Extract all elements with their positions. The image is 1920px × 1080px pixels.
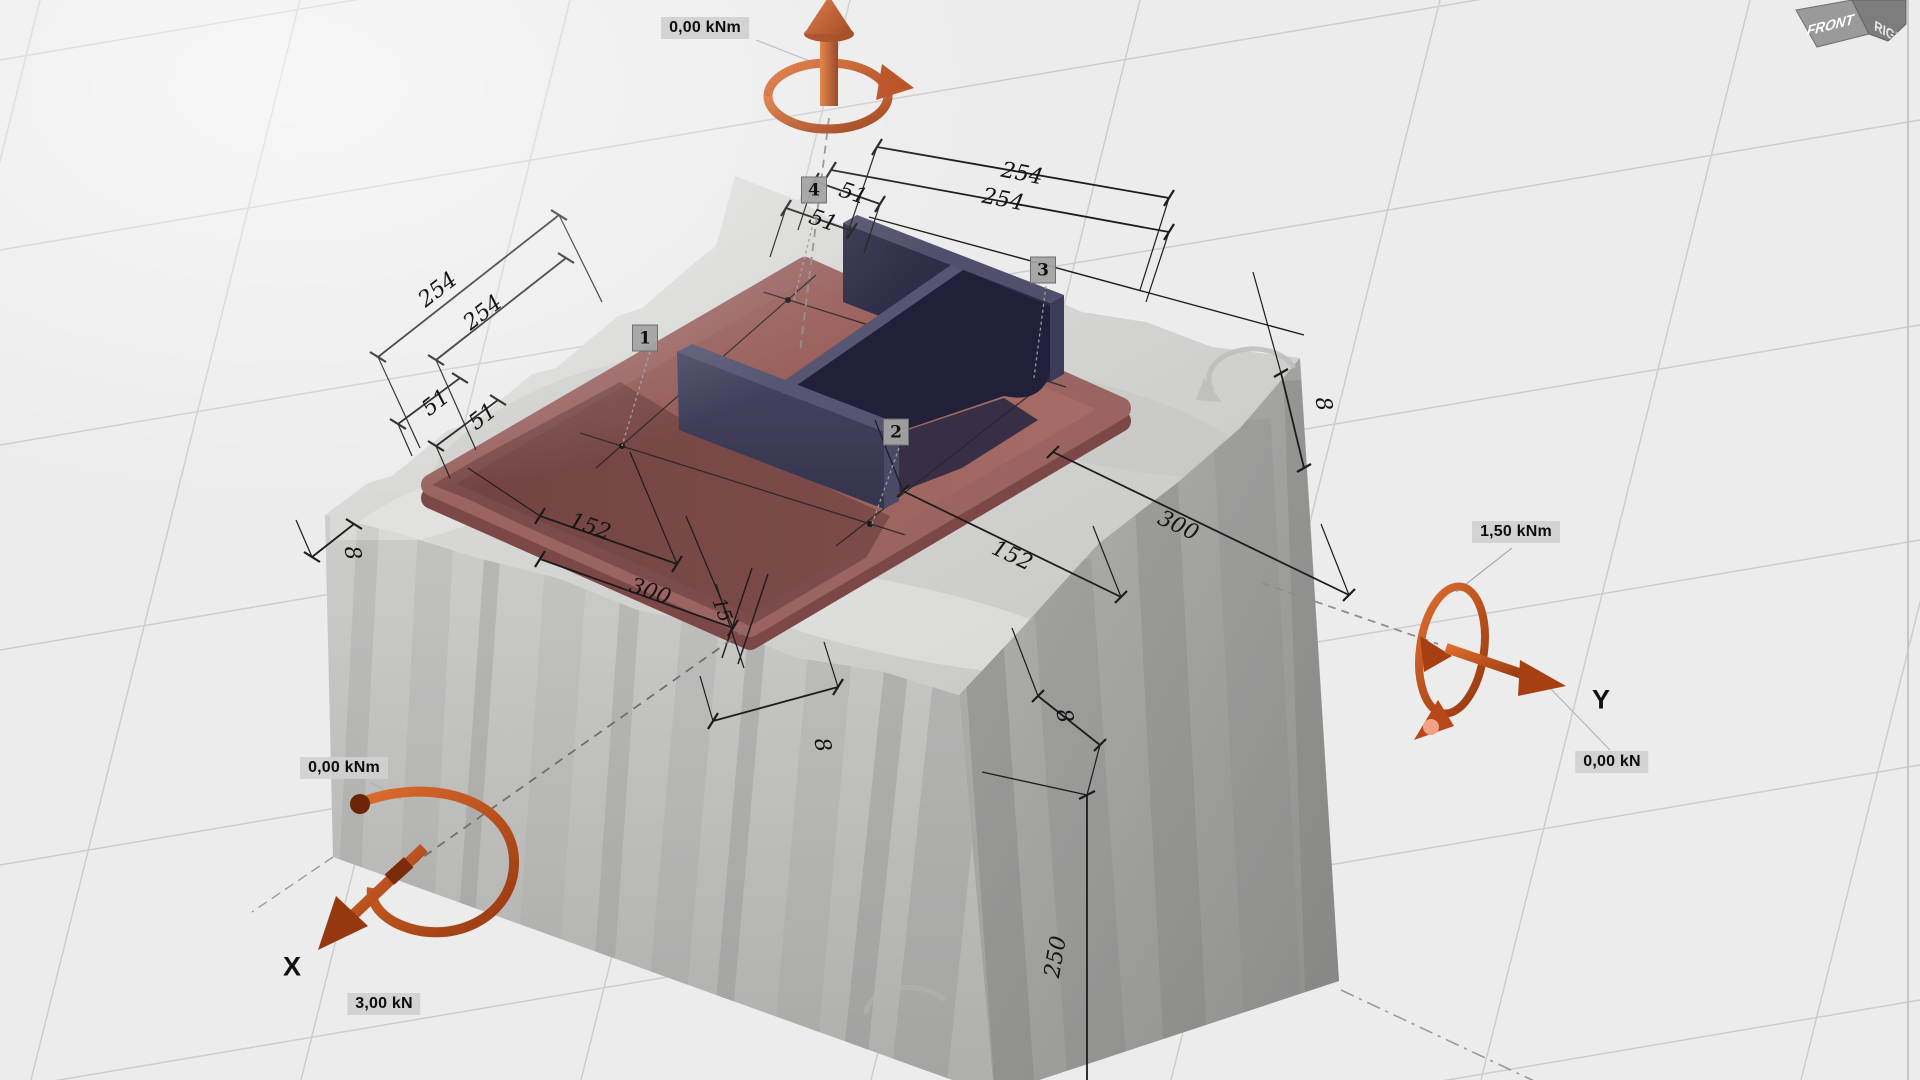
y-force-label: 0,00 kN (1575, 751, 1648, 773)
z-moment-label: 0,00 kNm (661, 17, 749, 39)
column-back-flange-edge (1050, 295, 1064, 382)
anchor-marker-2[interactable]: 2 (883, 419, 909, 446)
scene-3d-viewport[interactable]: FRONT RIGHT 0,00 kNm 1,50 kNm 0,00 kN Y … (0, 0, 1920, 1080)
x-moment-label: 0,00 kNm (300, 757, 388, 779)
y-moment-arrow[interactable] (1411, 582, 1566, 740)
x-force-label: 3,00 kN (347, 993, 420, 1015)
anchor-marker-4[interactable]: 4 (801, 177, 827, 204)
view-cube[interactable]: FRONT RIGHT (1796, 0, 1911, 52)
anchor-marker-1[interactable]: 1 (632, 325, 658, 352)
anchor-4 (785, 297, 791, 303)
y-axis-label: Y (1592, 685, 1610, 716)
x-axis-label: X (283, 952, 301, 983)
z-moment-arrow[interactable] (768, 0, 914, 129)
y-ring-cap (1423, 719, 1439, 735)
anchor-marker-3[interactable]: 3 (1030, 257, 1056, 284)
x-ring-cap (350, 794, 370, 814)
scene-canvas: FRONT RIGHT (0, 0, 1920, 1080)
y-moment-label: 1,50 kNm (1472, 521, 1560, 543)
y-ring-arrowhead (1420, 636, 1452, 672)
z-ring-arrowhead (876, 64, 914, 100)
y-arrow-head (1518, 660, 1566, 696)
